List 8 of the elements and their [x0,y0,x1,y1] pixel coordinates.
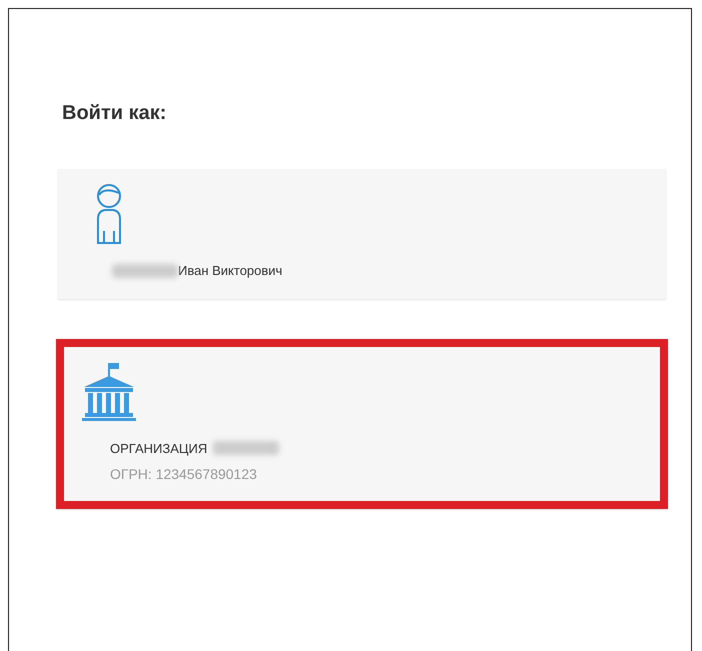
heading: Войти как: [62,101,168,125]
account-name: ОРГАНИЗАЦИЯ [110,440,208,458]
person-icon [94,183,124,245]
government-building-icon [80,360,138,422]
account-name: Иван Викторович [178,262,282,280]
account-option[interactable]: Иван Викторович [58,169,666,298]
ogrn-text: ОГРН: 1234567890123 [110,465,258,484]
highlighted-account-option[interactable]: ОРГАНИЗАЦИЯ ОГРН: 1234567890123 [56,338,668,509]
